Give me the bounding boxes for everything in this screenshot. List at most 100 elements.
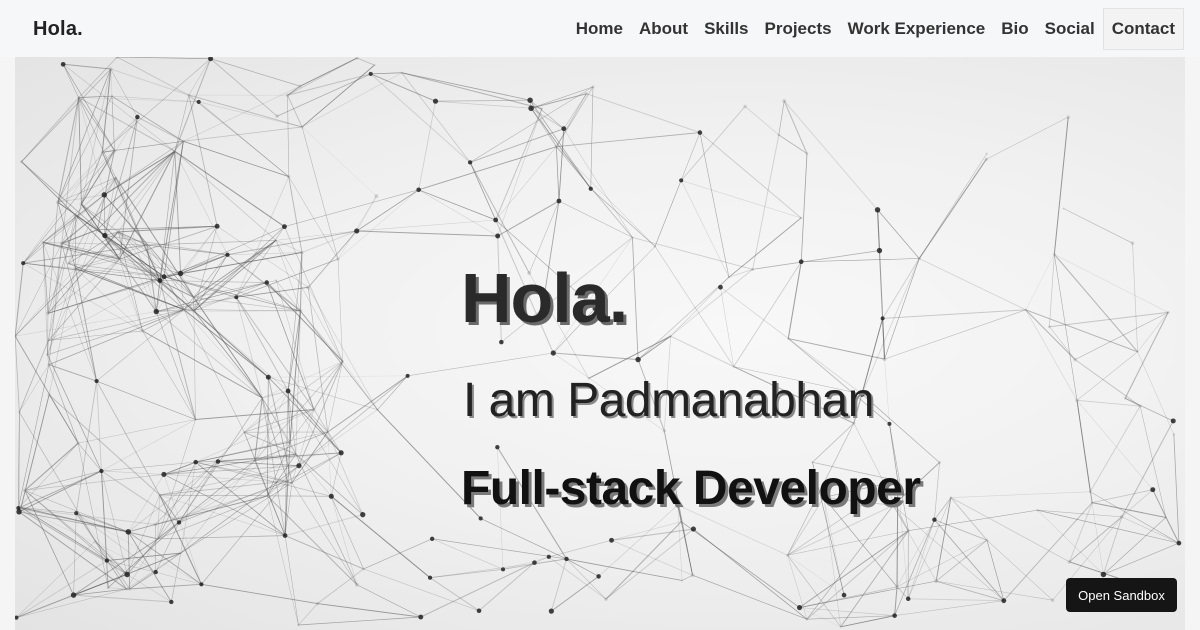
network-line: [146, 244, 195, 312]
network-line: [356, 57, 375, 66]
network-dot: [1024, 308, 1027, 311]
network-line: [356, 219, 496, 232]
nav-links: Home About Skills Projects Work Experien…: [568, 8, 1184, 50]
network-line: [908, 598, 1004, 602]
hero-text: Hola. I am Padmanabhan Full-stack Develo…: [461, 263, 921, 513]
network-dot: [1100, 571, 1107, 578]
network-line: [18, 507, 128, 575]
network-line: [1121, 420, 1174, 518]
nav-link-projects[interactable]: Projects: [757, 19, 840, 39]
network-dot: [285, 479, 289, 483]
network-line: [935, 539, 988, 582]
network-line: [986, 116, 1069, 160]
network-dot: [1073, 357, 1077, 362]
nav-link-contact[interactable]: Contact: [1102, 8, 1184, 50]
network-line: [363, 568, 480, 612]
network-line: [21, 97, 79, 162]
network-dot: [984, 157, 988, 161]
network-line: [22, 150, 115, 264]
brand-logo[interactable]: Hola.: [33, 18, 83, 41]
network-line: [301, 126, 377, 197]
network-dot: [21, 261, 26, 266]
network-line: [1152, 489, 1167, 518]
nav-link-about[interactable]: About: [631, 19, 696, 39]
network-dot: [177, 270, 184, 277]
network-line: [127, 531, 172, 603]
network-line: [692, 574, 808, 620]
network-dot: [328, 493, 334, 499]
network-dot: [76, 441, 80, 445]
network-dot: [532, 560, 537, 565]
network-dot: [158, 493, 161, 497]
network-line: [193, 239, 277, 312]
network-dot: [1001, 598, 1007, 604]
network-dot: [59, 241, 64, 246]
network-line: [287, 95, 289, 177]
nav-link-skills[interactable]: Skills: [696, 19, 756, 39]
network-line: [530, 108, 557, 147]
network-dot: [70, 592, 77, 598]
network-line: [556, 146, 656, 247]
network-dot: [839, 625, 842, 628]
network-line: [934, 519, 1005, 601]
network-dot: [796, 604, 803, 611]
network-line: [183, 309, 301, 312]
network-line: [370, 72, 402, 75]
network-dot: [679, 178, 684, 183]
network-line: [1037, 509, 1104, 575]
network-dot: [354, 582, 359, 587]
network-line: [174, 151, 228, 255]
network-dot: [79, 202, 84, 207]
network-line: [295, 454, 358, 585]
network-line: [137, 116, 184, 142]
network-line: [681, 180, 802, 219]
network-dot: [1050, 598, 1055, 602]
network-line: [178, 397, 263, 523]
network-dot: [326, 430, 329, 433]
nav-link-social[interactable]: Social: [1037, 19, 1103, 39]
network-dot: [1062, 207, 1065, 210]
network-line: [783, 100, 878, 211]
network-dot: [306, 285, 311, 290]
network-line: [330, 495, 431, 579]
network-line: [48, 309, 184, 341]
network-line: [235, 176, 290, 298]
network-line: [327, 361, 343, 433]
network-dot: [46, 311, 50, 316]
network-dot: [374, 194, 379, 199]
network-line: [291, 482, 358, 585]
network-line: [142, 330, 196, 420]
hero-role: Full-stack Developer: [461, 462, 921, 515]
network-line: [195, 409, 314, 420]
network-dot: [187, 93, 191, 97]
network-line: [1049, 311, 1169, 328]
network-line: [934, 462, 940, 520]
network-dot: [161, 471, 167, 477]
network-dot: [432, 98, 439, 104]
network-line: [356, 230, 498, 237]
network-dot: [874, 207, 881, 213]
network-line: [950, 491, 1091, 498]
network-dot: [74, 511, 79, 516]
network-line: [556, 93, 587, 147]
network-line: [558, 200, 633, 238]
network-dot: [777, 133, 781, 137]
network-line: [934, 519, 988, 541]
network-dot: [99, 468, 104, 474]
network-dot: [285, 93, 290, 97]
network-dot: [786, 553, 789, 557]
network-line: [1137, 312, 1169, 352]
nav-link-home[interactable]: Home: [568, 19, 631, 39]
network-line: [301, 126, 339, 260]
nav-link-bio[interactable]: Bio: [993, 19, 1036, 39]
network-dot: [290, 481, 294, 484]
network-line: [300, 310, 378, 410]
network-dot: [261, 396, 264, 399]
open-sandbox-button[interactable]: Open Sandbox: [1066, 578, 1177, 612]
network-line: [57, 68, 111, 203]
network-line: [75, 381, 98, 514]
network-dot: [114, 176, 118, 179]
network-dot: [609, 537, 614, 543]
network-dot: [225, 252, 230, 257]
nav-link-work-experience[interactable]: Work Experience: [840, 19, 994, 39]
